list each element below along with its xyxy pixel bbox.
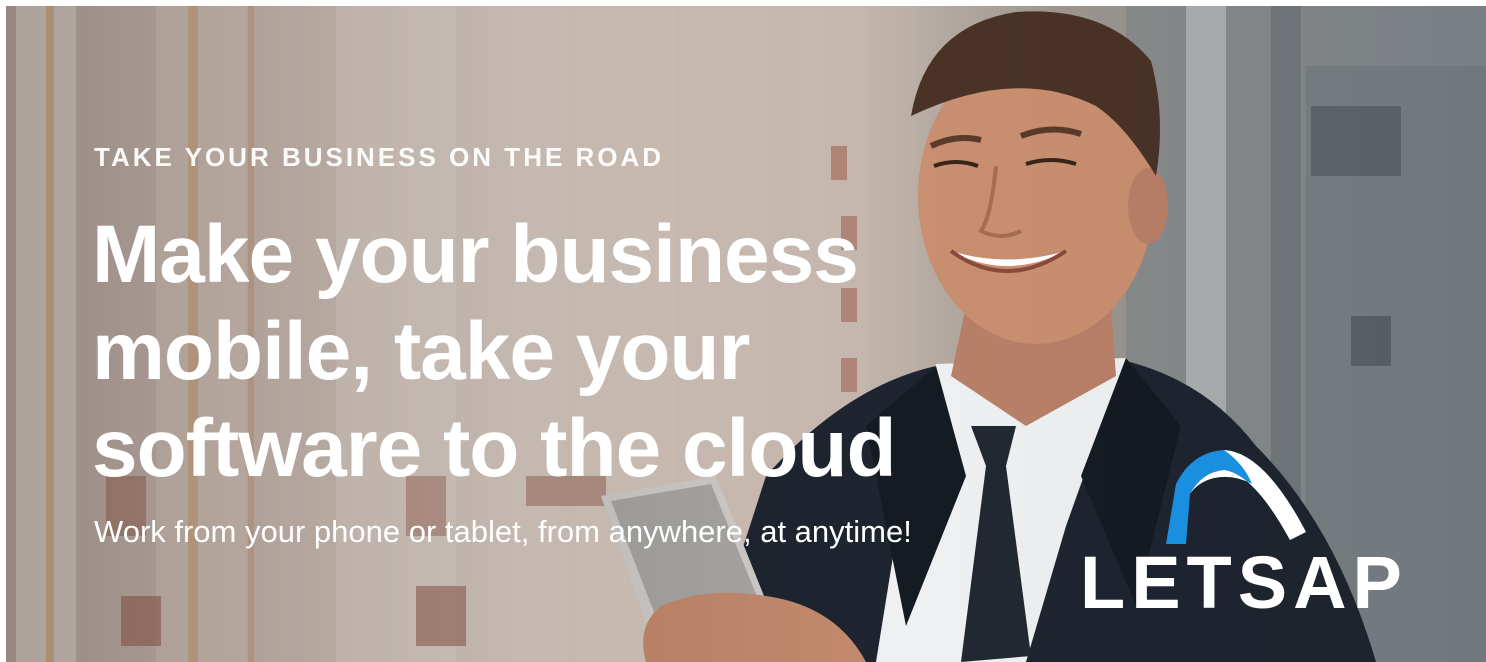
eyebrow-text: TAKE YOUR BUSINESS ON THE ROAD (94, 142, 665, 172)
headline-line-2: mobile, take your (92, 306, 750, 397)
hero-banner: TAKE YOUR BUSINESS ON THE ROAD Make your… (6, 6, 1486, 662)
headline-line-1: Make your business (92, 209, 859, 300)
letsap-logo: LETSAP (1074, 444, 1402, 624)
headline: Make your business mobile, take your sof… (92, 206, 992, 497)
headline-line-3: software to the cloud (92, 403, 897, 494)
subtitle: Work from your phone or tablet, from any… (94, 514, 912, 549)
logo-wordmark: LETSAP (1080, 541, 1408, 624)
